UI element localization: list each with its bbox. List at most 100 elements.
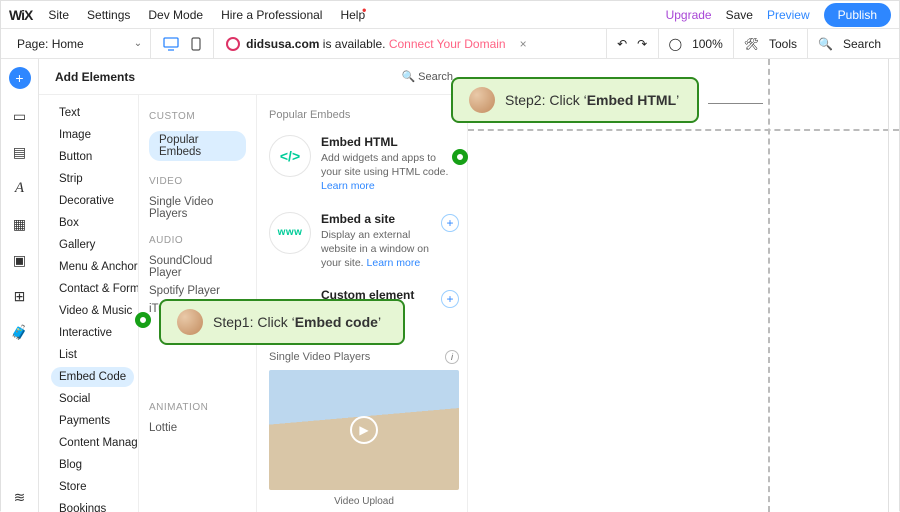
- category-bookings[interactable]: Bookings: [51, 499, 138, 512]
- guide-vertical: [768, 59, 770, 512]
- category-decorative[interactable]: Decorative: [51, 191, 138, 211]
- embed-site-title: Embed a site: [321, 212, 431, 226]
- menu-settings[interactable]: Settings: [87, 8, 130, 22]
- wrench-icon: 🛠: [744, 37, 759, 51]
- info-icon[interactable]: i: [445, 350, 459, 364]
- category-blog[interactable]: Blog: [51, 455, 138, 475]
- add-elements-icon[interactable]: +: [9, 67, 31, 89]
- embed-html-item[interactable]: </> Embed HTML Add widgets and apps to y…: [269, 135, 459, 194]
- embed-site-desc: Display an external website in a window …: [321, 228, 431, 271]
- category-store[interactable]: Store: [51, 477, 138, 497]
- category-content-manager[interactable]: Content Manager: [51, 433, 138, 453]
- category-video-music[interactable]: Video & Music: [51, 301, 138, 321]
- group-audio: AUDIO: [149, 235, 246, 246]
- media-icon[interactable]: ▣: [11, 251, 29, 269]
- apps-icon[interactable]: ▦: [11, 215, 29, 233]
- category-social[interactable]: Social: [51, 389, 138, 409]
- upgrade-link[interactable]: Upgrade: [666, 8, 712, 22]
- content-icon[interactable]: ⊞: [11, 287, 29, 305]
- video-caption: Video Upload: [269, 496, 459, 507]
- editor-canvas[interactable]: [468, 59, 899, 512]
- element-categories: TextImageButtonStripDecorativeBoxGallery…: [39, 59, 139, 512]
- video-players-section: Single Video Players i ▶ Video Upload: [269, 350, 459, 507]
- menu-site[interactable]: Site: [48, 8, 69, 22]
- embed-html-title: Embed HTML: [321, 135, 459, 149]
- category-image[interactable]: Image: [51, 125, 138, 145]
- embed-list: Popular Embeds </> Embed HTML Add widget…: [257, 59, 468, 512]
- connect-domain-link[interactable]: Connect Your Domain: [389, 37, 506, 51]
- top-menu-bar: WiX Site Settings Dev Mode Hire a Profes…: [1, 1, 899, 29]
- category-list[interactable]: List: [51, 345, 138, 365]
- sub-single-video[interactable]: Single Video Players: [149, 193, 246, 223]
- business-icon[interactable]: 🧳: [11, 323, 29, 341]
- sub-categories: CUSTOM Popular Embeds VIDEO Single Video…: [139, 59, 257, 512]
- step1-marker: [135, 312, 151, 328]
- page-selector[interactable]: Page: Home ⌄: [9, 29, 151, 58]
- category-gallery[interactable]: Gallery: [51, 235, 138, 255]
- domain-status-icon: [226, 37, 240, 51]
- step2-callout: Step2: Click ‘Embed HTML’: [451, 77, 699, 123]
- panel-search[interactable]: 🔍Search: [401, 70, 453, 83]
- category-payments[interactable]: Payments: [51, 411, 138, 431]
- search-button[interactable]: 🔍 Search: [808, 29, 891, 58]
- scrollbar-track[interactable]: [888, 59, 889, 512]
- close-icon[interactable]: ×: [520, 37, 527, 51]
- design-icon[interactable]: A: [11, 179, 29, 197]
- category-button[interactable]: Button: [51, 147, 138, 167]
- embed-html-desc: Add widgets and apps to your site using …: [321, 151, 459, 194]
- category-interactive[interactable]: Interactive: [51, 323, 138, 343]
- toolbar: Page: Home ⌄ didsusa.com is available. C…: [1, 29, 899, 59]
- undo-redo: ↶ ↷: [607, 29, 659, 58]
- www-icon: www: [269, 212, 311, 254]
- embed-site-item[interactable]: www Embed a site Display an external web…: [269, 212, 459, 271]
- group-custom: CUSTOM: [149, 111, 246, 122]
- video-thumbnail[interactable]: ▶: [269, 370, 459, 490]
- category-menu-anchor[interactable]: Menu & Anchor: [51, 257, 138, 277]
- video-players-title: Single Video Players: [269, 351, 370, 363]
- category-box[interactable]: Box: [51, 213, 138, 233]
- add-icon[interactable]: +: [441, 290, 459, 308]
- tools-button[interactable]: 🛠 Tools: [734, 29, 808, 58]
- avatar-icon: [177, 309, 203, 335]
- menu-devmode[interactable]: Dev Mode: [148, 8, 203, 22]
- category-contact-forms[interactable]: Contact & Forms: [51, 279, 138, 299]
- menu-help[interactable]: Help•: [340, 8, 366, 22]
- layers-icon[interactable]: ≋: [11, 488, 29, 506]
- step1-callout: Step1: Click ‘Embed code’: [159, 299, 405, 345]
- chevron-down-icon: ⌄: [134, 38, 142, 49]
- section-title: Popular Embeds: [269, 109, 459, 121]
- code-icon: </>: [269, 135, 311, 177]
- search-icon: 🔍: [401, 70, 415, 83]
- sub-lottie[interactable]: Lottie: [149, 419, 246, 437]
- group-animation: ANIMATION: [149, 402, 246, 413]
- menu-hire[interactable]: Hire a Professional: [221, 8, 322, 22]
- publish-button[interactable]: Publish: [824, 3, 891, 27]
- undo-icon[interactable]: ↶: [617, 37, 627, 51]
- group-video: VIDEO: [149, 176, 246, 187]
- category-text[interactable]: Text: [51, 103, 138, 123]
- category-embed-code[interactable]: Embed Code: [51, 367, 134, 387]
- guide-horizontal: [468, 129, 899, 131]
- domain-availability: didsusa.com is available. Connect Your D…: [246, 37, 505, 51]
- play-icon: ▶: [350, 416, 378, 444]
- zoom-icon: ◯: [669, 37, 682, 51]
- zoom-control[interactable]: ◯ 100%: [659, 29, 734, 58]
- learn-more-link[interactable]: Learn more: [321, 180, 375, 192]
- panel-title: Add Elements: [55, 70, 135, 84]
- sub-soundcloud[interactable]: SoundCloud Player: [149, 252, 246, 282]
- sections-icon[interactable]: ▭: [11, 107, 29, 125]
- add-icon[interactable]: +: [441, 214, 459, 232]
- preview-button[interactable]: Preview: [767, 8, 810, 22]
- callout-connector: [708, 103, 763, 104]
- help-badge-icon: •: [362, 3, 366, 17]
- sub-popular-embeds[interactable]: Popular Embeds: [149, 128, 246, 164]
- pages-icon[interactable]: ▤: [11, 143, 29, 161]
- learn-more-link[interactable]: Learn more: [367, 257, 421, 269]
- sub-spotify[interactable]: Spotify Player: [149, 282, 246, 300]
- desktop-icon[interactable]: [163, 37, 179, 51]
- mobile-icon[interactable]: [191, 37, 201, 51]
- save-button[interactable]: Save: [726, 8, 753, 22]
- redo-icon[interactable]: ↷: [637, 37, 647, 51]
- left-rail: + ▭ ▤ A ▦ ▣ ⊞ 🧳 ≋: [1, 59, 39, 512]
- category-strip[interactable]: Strip: [51, 169, 138, 189]
